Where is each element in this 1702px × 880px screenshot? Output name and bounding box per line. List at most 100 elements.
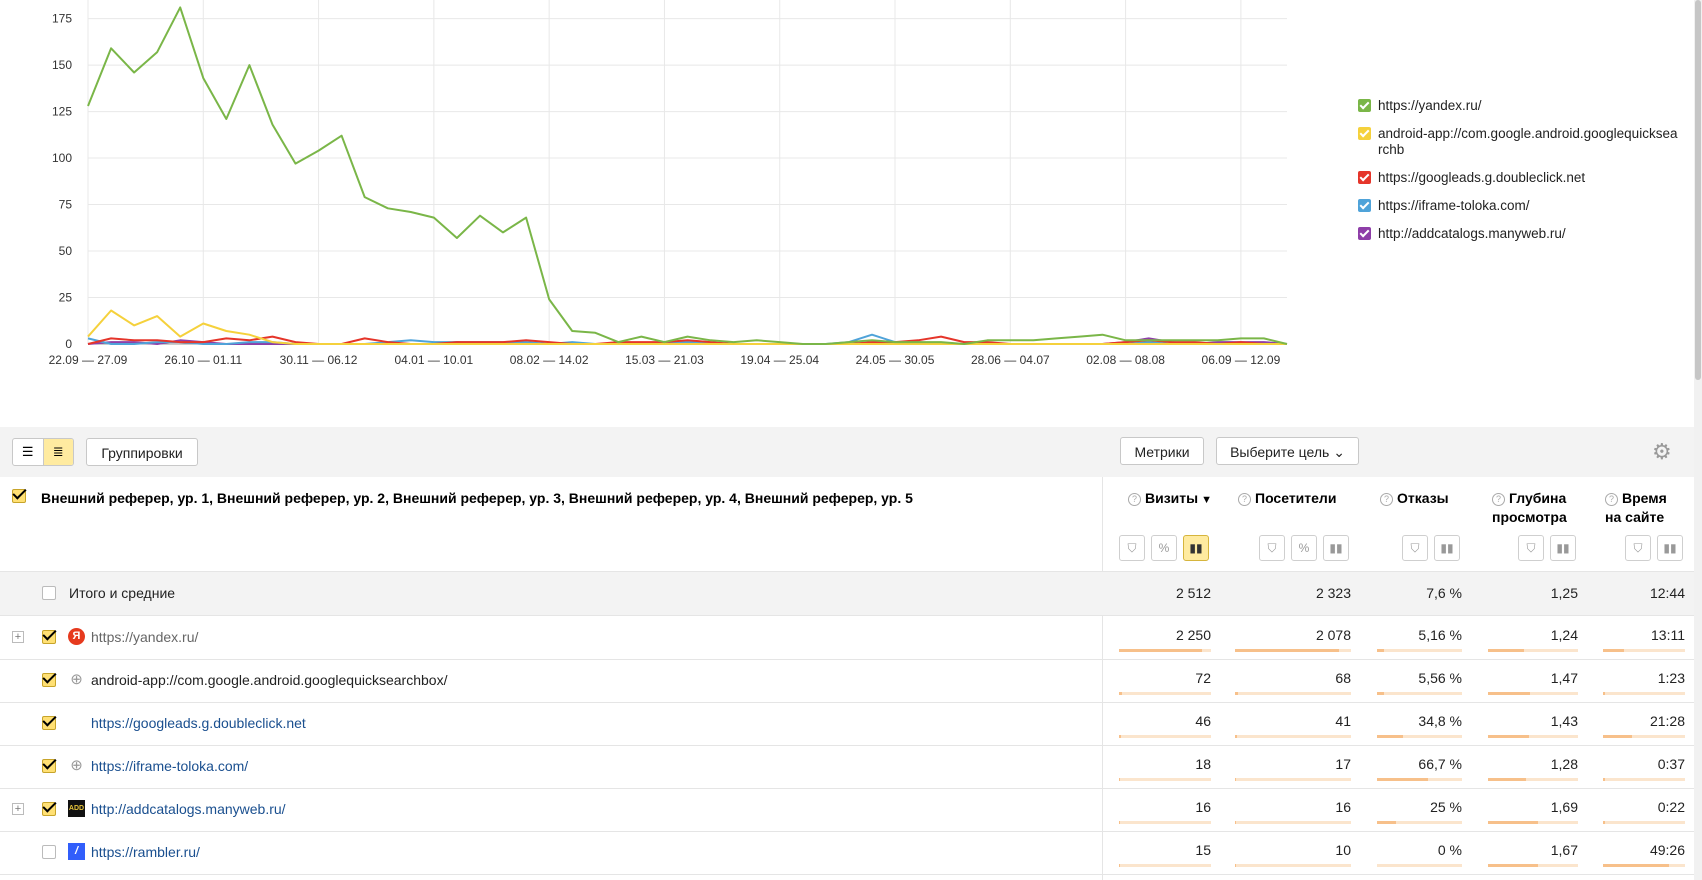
metric-value: 7,6 % [1426, 585, 1462, 601]
gear-icon[interactable]: ⚙ [1652, 441, 1674, 463]
legend-checkbox-icon[interactable] [1358, 227, 1371, 240]
expand-icon[interactable]: + [12, 803, 24, 815]
legend-item[interactable]: android-app://com.google.android.googleq… [1358, 126, 1688, 158]
value-bar-fill [1377, 692, 1384, 695]
help-icon[interactable]: ? [1238, 493, 1251, 506]
legend-label: https://googleads.g.doubleclick.net [1378, 170, 1586, 185]
help-icon[interactable]: ? [1492, 493, 1505, 506]
x-tick-label: 28.06 — 04.07 [971, 353, 1050, 367]
select-all-checkbox[interactable] [12, 489, 26, 503]
row-label[interactable]: https://iframe-toloka.com/ [91, 758, 248, 774]
table-row[interactable]: / https://rambler.ru/15 10 0 % 1,67 49:26 [0, 831, 1694, 875]
value-bar [1488, 821, 1578, 824]
table-row[interactable]: ⊕ https://iframe-toloka.com/18 17 66,7 % 1,2… [0, 745, 1694, 789]
metric-value: 25 % [1430, 799, 1462, 815]
row-label[interactable]: android-app://com.google.android.googleq… [91, 672, 447, 688]
legend-item[interactable]: https://iframe-toloka.com/ [1358, 198, 1688, 214]
value-bar [1119, 864, 1211, 867]
view-toggle[interactable]: ☰ ≣ [12, 438, 74, 466]
table-row[interactable]: + Яhttps://yandex.ru/2 250 2 078 5,16 % 1,24… [0, 616, 1694, 660]
legend-item[interactable]: https://googleads.g.doubleclick.net [1358, 170, 1688, 186]
metric-value: 16 [1335, 799, 1351, 815]
traffic-chart: 0 25 50 75 100 125 150 175 22.09 — 27.09 26.10 — … [0, 0, 1702, 395]
metric-value: 16 [1195, 799, 1211, 815]
legend-checkbox-icon[interactable] [1358, 171, 1371, 184]
metrics-button[interactable]: Метрики [1120, 437, 1204, 465]
value-bar-fill [1235, 821, 1237, 824]
table-row[interactable]: ⊕ android-app://com.google.android.google… [0, 659, 1694, 703]
tree-view-icon[interactable]: ≣ [42, 439, 73, 465]
list-view-icon[interactable]: ☰ [13, 439, 43, 465]
bar-chart-icon[interactable]: ▮▮ [1657, 535, 1683, 561]
y-tick-label: 50 [59, 244, 73, 258]
value-bar [1603, 735, 1685, 738]
metric-value: 1:23 [1657, 670, 1685, 686]
scrollbar-thumb[interactable] [1695, 0, 1701, 380]
total-row[interactable]: Итого и средние 2 512 2 323 7,6 % 1,25 12:44 [0, 572, 1694, 616]
metric-value: 13:11 [1651, 627, 1685, 643]
percent-icon[interactable]: % [1151, 535, 1177, 561]
bar-chart-icon[interactable]: ▮▮ [1183, 535, 1209, 561]
filter-icon[interactable]: ⛉ [1518, 535, 1544, 561]
x-tick-label: 08.02 — 14.02 [510, 353, 589, 367]
value-bar-fill [1119, 692, 1122, 695]
value-bar [1119, 692, 1211, 695]
row-label[interactable]: https://yandex.ru/ [91, 629, 198, 645]
value-bar-fill [1488, 821, 1538, 824]
column-header[interactable]: ? Посетители [1238, 489, 1336, 508]
metric-value: 68 [1335, 670, 1351, 686]
table-row[interactable]: https://googleads.g.doubleclick.net 46 41 3… [0, 702, 1694, 746]
row-checkbox[interactable] [42, 586, 56, 600]
row-label[interactable]: https://googleads.g.doubleclick.net [91, 715, 306, 731]
value-bar-fill [1377, 778, 1428, 781]
legend-item[interactable]: https://yandex.ru/ [1358, 98, 1688, 114]
value-bar-fill [1488, 735, 1530, 738]
legend-checkbox-icon[interactable] [1358, 99, 1371, 112]
metric-value: 2 512 [1175, 585, 1211, 601]
value-bar-fill [1488, 864, 1538, 867]
column-title: Время [1622, 490, 1667, 506]
legend-checkbox-icon[interactable] [1358, 199, 1371, 212]
help-icon[interactable]: ? [1605, 493, 1618, 506]
table-row[interactable]: + ADD http://addcatalogs.manyweb.ru/16 16 25… [0, 788, 1694, 832]
value-bar [1235, 864, 1351, 867]
row-checkbox[interactable] [42, 630, 56, 644]
bar-chart-icon[interactable]: ▮▮ [1323, 535, 1349, 561]
value-bar [1377, 778, 1462, 781]
sort-desc-icon[interactable]: ▼ [1198, 494, 1212, 506]
filter-icon[interactable]: ⛉ [1402, 535, 1428, 561]
bar-chart-icon[interactable]: ▮▮ [1550, 535, 1576, 561]
row-checkbox[interactable] [42, 845, 56, 859]
row-checkbox[interactable] [42, 673, 56, 687]
row-checkbox[interactable] [42, 759, 56, 773]
row-checkbox[interactable] [42, 716, 56, 730]
column-header[interactable]: ? Визиты ▼ [1128, 489, 1212, 510]
help-icon[interactable]: ? [1128, 493, 1141, 506]
value-bar-fill [1235, 649, 1340, 652]
help-icon[interactable]: ? [1380, 493, 1393, 506]
page-scrollbar[interactable] [1694, 0, 1702, 880]
groupings-button[interactable]: Группировки [86, 438, 198, 466]
column-header[interactable]: ? Время на сайте [1605, 489, 1667, 527]
expand-icon[interactable]: + [12, 631, 24, 643]
row-label[interactable]: http://addcatalogs.manyweb.ru/ [91, 801, 286, 817]
value-bar-fill [1488, 692, 1531, 695]
value-bar [1488, 649, 1578, 652]
row-checkbox[interactable] [42, 802, 56, 816]
legend-item[interactable]: http://addcatalogs.manyweb.ru/ [1358, 226, 1688, 242]
column-header[interactable]: ? Глубина просмотра [1492, 489, 1567, 527]
bar-chart-icon[interactable]: ▮▮ [1434, 535, 1460, 561]
column-header[interactable]: ? Отказы [1380, 489, 1449, 508]
metric-value: 1,47 [1550, 670, 1578, 686]
value-bar [1603, 692, 1685, 695]
filter-icon[interactable]: ⛉ [1259, 535, 1285, 561]
filter-icon[interactable]: ⛉ [1625, 535, 1651, 561]
metric-value: 0:37 [1657, 756, 1685, 772]
goal-select[interactable]: Выберите цель ⌄ [1216, 437, 1359, 465]
column-title: Визиты [1145, 490, 1199, 506]
row-label[interactable]: https://rambler.ru/ [91, 844, 200, 860]
legend-checkbox-icon[interactable] [1358, 127, 1371, 140]
filter-icon[interactable]: ⛉ [1119, 535, 1145, 561]
y-tick-label: 175 [52, 12, 72, 26]
percent-icon[interactable]: % [1291, 535, 1317, 561]
